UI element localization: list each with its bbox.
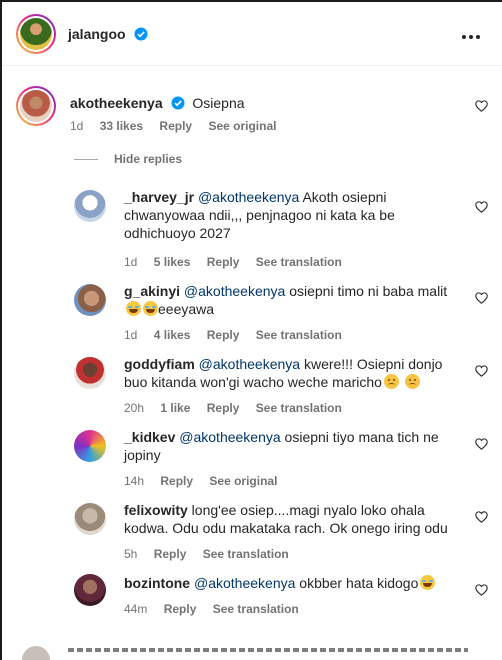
reply-button[interactable]: Reply [164,602,197,616]
reply-text-line1: Akoth osiepni [299,189,387,205]
laughing-emoji-icon [143,301,158,316]
comment-text: Osiepna [192,95,245,111]
reply-avatar[interactable] [74,503,106,535]
reply-username[interactable]: g_akinyi [124,283,180,299]
reply-button[interactable]: Reply [160,474,193,488]
next-comment-partial [2,646,502,660]
see-translation-button[interactable]: See translation [213,602,299,616]
reply-username[interactable]: bozintone [124,575,190,591]
reply-text-line1: osiepni timo ni baba malit [285,283,448,299]
comment-username[interactable]: akotheekenya [70,95,163,111]
verified-icon [171,96,184,110]
comment-avatar[interactable] [16,86,56,126]
reply-text-line2: eeeyawa [158,301,215,317]
likes-count[interactable]: 4 likes [154,328,191,342]
see-translation-button[interactable]: See translation [256,328,342,342]
reply-text-line1: okbber hata kidogo [295,575,419,591]
reply-avatar[interactable] [74,430,106,462]
reply-mention[interactable]: @akotheekenya [198,189,299,205]
comment-avatar[interactable] [22,646,50,660]
reply-text-line2: jopiny [124,447,161,463]
reply-time: 20h [124,401,145,415]
reply-mention[interactable]: @akotheekenya [199,356,300,372]
laughing-emoji-icon [420,575,436,590]
divider [74,159,98,161]
post-header: jalangoo [2,2,502,66]
truncated-text [68,648,468,652]
reply-button[interactable]: Reply [154,547,187,561]
laughing-emoji-icon [126,301,141,316]
hide-replies-label: Hide replies [114,152,183,166]
reply-mention[interactable]: @akotheekenya [179,429,280,445]
see-translation-button[interactable]: See translation [256,255,342,269]
reply-time: 5h [124,547,138,561]
reply-time: 14h [124,474,145,488]
heart-icon[interactable] [475,292,488,304]
reply-time: 44m [124,602,148,616]
reply-username[interactable]: felixowity [124,502,188,518]
see-original-button[interactable]: See original [208,119,276,133]
reply-text-line2: kodwa. Odu odu makataka rach. Ok onego i… [124,520,448,536]
heart-icon[interactable] [475,438,488,450]
header-avatar[interactable] [16,14,56,54]
reply-avatar[interactable] [74,284,106,316]
comment-time: 1d [70,119,84,133]
reply-avatar[interactable] [74,574,106,606]
heart-icon[interactable] [475,201,488,213]
header-username[interactable]: jalangoo [68,26,126,42]
reply-mention[interactable]: @akotheekenya [194,575,295,591]
likes-count[interactable]: 5 likes [154,255,191,269]
reply-text-line3: odhichuoyo 2027 [124,225,231,241]
reply-mention[interactable]: @akotheekenya [184,283,285,299]
reply-button[interactable]: Reply [207,401,240,415]
more-options-icon[interactable] [462,26,484,39]
reply-text-line2: chwanyowaa ndii,,, penjnagoo ni kata ka … [124,207,395,223]
hide-replies-button[interactable]: Hide replies [74,152,182,166]
heart-icon[interactable] [475,511,488,523]
see-translation-button[interactable]: See translation [203,547,289,561]
reply-text-line1: long'ee osiep....magi nyalo loko ohala [187,502,425,518]
reply-avatar[interactable] [74,190,106,222]
sad-emoji-icon [404,374,420,389]
reply-button[interactable]: Reply [207,328,240,342]
see-original-button[interactable]: See original [209,474,277,488]
reply-username[interactable]: goddyfiam [124,356,195,372]
reply-avatar[interactable] [74,357,106,389]
reply-time: 1d [124,255,138,269]
likes-count[interactable]: 1 like [160,401,190,415]
reply-username[interactable]: _harvey_jr [124,189,194,205]
reply-text-line2: buo kitanda won'gi wacho weche maricho [124,374,382,390]
reply-text-line1: osiepni tiyo mana tich ne [280,429,439,445]
heart-icon[interactable] [475,584,488,596]
verified-icon [134,27,148,41]
likes-count[interactable]: 33 likes [100,119,143,133]
comments-panel: jalangoo akotheekenya Osiepna 1d 33 like… [2,2,502,660]
heart-icon[interactable] [475,365,488,377]
reply-text-line1: kwere!!! Osiepni donjo [300,356,443,372]
heart-icon[interactable] [475,100,488,112]
reply-button[interactable]: Reply [207,255,240,269]
reply-button[interactable]: Reply [159,119,192,133]
reply-time: 1d [124,328,138,342]
sad-emoji-icon [383,374,399,389]
reply-username[interactable]: _kidkev [124,429,175,445]
see-translation-button[interactable]: See translation [256,401,342,415]
